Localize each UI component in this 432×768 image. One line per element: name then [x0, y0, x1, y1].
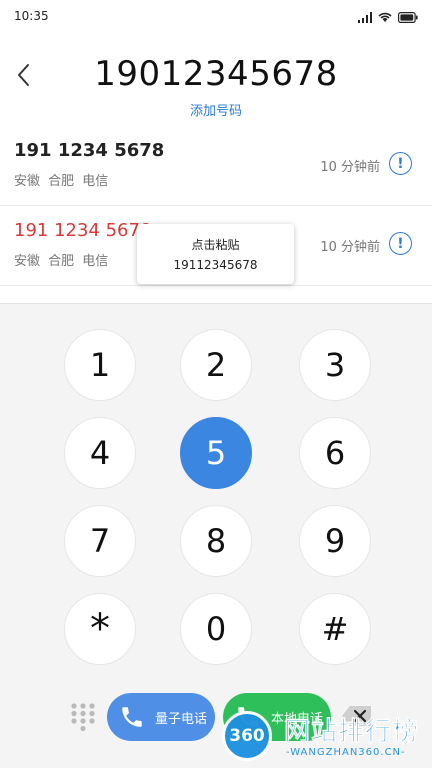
watermark-subtitle: -WANGZHAN360.CN-: [286, 747, 406, 758]
key-3[interactable]: 3: [299, 329, 371, 401]
phone-icon: [117, 702, 147, 732]
info-icon[interactable]: !: [389, 232, 412, 255]
paste-popup-number: 19112345678: [173, 258, 258, 272]
status-icons: [358, 10, 418, 24]
status-time: 10:35: [14, 9, 49, 23]
paste-popup[interactable]: 点击粘贴 19112345678: [137, 224, 294, 284]
signal-icon: [358, 11, 372, 23]
info-icon[interactable]: !: [389, 152, 412, 175]
status-bar: 10:35: [0, 0, 432, 32]
call-log-location: 安徽 合肥 电信: [14, 254, 109, 269]
call-log-number-missed: 191 1234 5678: [14, 220, 152, 241]
quantum-call-button[interactable]: 量子电话: [107, 693, 215, 741]
dialed-number: 19012345678: [94, 54, 338, 94]
call-log-location: 安徽 合肥 电信: [14, 174, 109, 189]
call-log-time: 10 分钟前: [320, 240, 380, 255]
quantum-call-label: 量子电话: [155, 711, 208, 727]
key-4[interactable]: 4: [64, 417, 136, 489]
watermark-title: 网站排行榜: [284, 717, 420, 748]
battery-icon: [398, 11, 418, 23]
watermark: 360 网站排行榜 -WANGZHAN360.CN-: [222, 707, 432, 763]
call-log-row[interactable]: 191 1234 5678 安徽 合肥 电信 10 分钟前 !: [0, 126, 432, 206]
paste-popup-title: 点击粘贴: [191, 238, 240, 252]
key-2[interactable]: 2: [180, 329, 252, 401]
wifi-icon: [378, 12, 392, 22]
key-6[interactable]: 6: [299, 417, 371, 489]
dialpad-grid-icon[interactable]: [70, 702, 96, 732]
key-9[interactable]: 9: [299, 505, 371, 577]
key-star[interactable]: *: [64, 593, 136, 665]
call-log-time: 10 分钟前: [320, 160, 380, 175]
watermark-logo: 360: [222, 711, 272, 761]
call-log-number: 191 1234 5678: [14, 140, 165, 161]
key-1[interactable]: 1: [64, 329, 136, 401]
key-7[interactable]: 7: [64, 505, 136, 577]
key-8[interactable]: 8: [180, 505, 252, 577]
key-5[interactable]: 5: [180, 417, 252, 489]
key-hash[interactable]: #: [299, 593, 371, 665]
add-number-link[interactable]: 添加号码: [0, 100, 432, 119]
key-0[interactable]: 0: [180, 593, 252, 665]
